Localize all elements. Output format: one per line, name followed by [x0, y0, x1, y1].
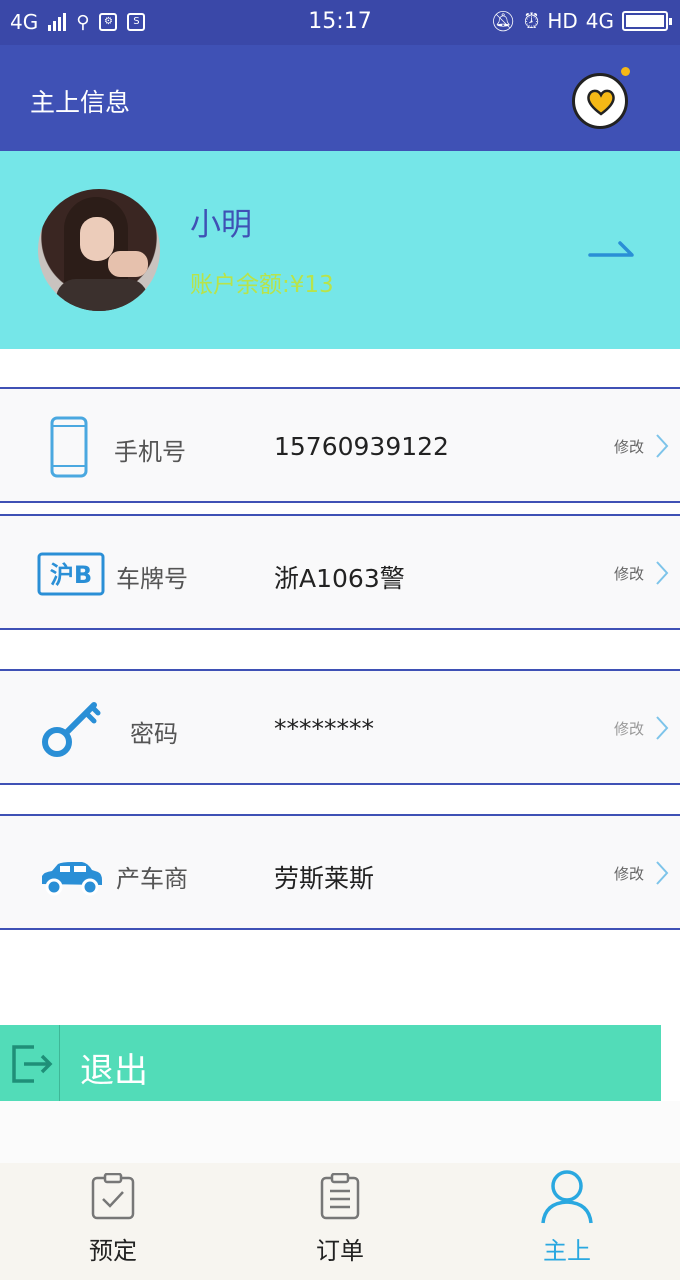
logout-label: 退出: [80, 1051, 148, 1091]
profile-banner[interactable]: 小明 账户余额:¥13: [0, 151, 680, 349]
tab-orders[interactable]: 订单: [227, 1163, 453, 1280]
logout-button[interactable]: 退出: [0, 1025, 661, 1101]
row-label: 产车商: [116, 865, 188, 893]
mute-alarm-icon: 🔕︎: [490, 9, 516, 33]
info-row-password[interactable]: 密码 ******** 修改: [0, 669, 680, 785]
user-name: 小明: [190, 207, 252, 243]
exit-icon: [12, 1045, 53, 1083]
avatar[interactable]: [38, 189, 160, 311]
edit-link[interactable]: 修改: [614, 718, 644, 739]
tab-label: 主上: [543, 1237, 591, 1265]
edit-link[interactable]: 修改: [614, 863, 644, 884]
row-label: 密码: [130, 720, 178, 748]
alarm-clock-icon: ⏰︎: [523, 9, 540, 33]
logout-icon-box: [0, 1025, 60, 1101]
chevron-right-icon[interactable]: [655, 433, 669, 459]
status-right: 🔕︎ ⏰︎ HD 4G: [490, 9, 672, 33]
spacer: [0, 1101, 680, 1163]
info-row-plate[interactable]: 沪B 车牌号 浙A1063警 修改: [0, 514, 680, 630]
hd-indicator: HD: [547, 9, 578, 33]
edit-link[interactable]: 修改: [614, 436, 644, 457]
status-bar: 4G ⚲ ⚙ S 15:17 🔕︎ ⏰︎ HD 4G: [0, 0, 680, 45]
chevron-right-icon[interactable]: [655, 715, 669, 741]
svg-text:沪B: 沪B: [50, 561, 92, 589]
favorites-button[interactable]: [572, 73, 628, 129]
key-icon: [42, 702, 101, 757]
row-value: 浙A1063警: [274, 564, 405, 593]
info-row-phone[interactable]: 手机号 15760939122 修改: [0, 387, 680, 503]
account-balance: 账户余额:¥13: [190, 272, 334, 298]
tab-bar: 预定 订单 主上: [0, 1163, 680, 1280]
chevron-right-icon[interactable]: [655, 560, 669, 586]
row-value: 15760939122: [274, 432, 449, 461]
clipboard-check-icon: [91, 1173, 135, 1220]
notification-dot: [621, 67, 630, 76]
clipboard-list-icon: [320, 1173, 360, 1220]
row-value: ********: [274, 714, 374, 743]
page-title: 主上信息: [30, 88, 131, 117]
row-label: 车牌号: [116, 565, 188, 593]
row-label: 手机号: [114, 438, 186, 466]
network-right: 4G: [585, 9, 614, 33]
chevron-right-icon[interactable]: [655, 860, 669, 886]
edit-link[interactable]: 修改: [614, 563, 644, 584]
tab-label: 订单: [316, 1237, 364, 1265]
tab-label: 预定: [89, 1237, 137, 1265]
heart-icon: [587, 89, 615, 116]
user-icon: [541, 1170, 593, 1224]
car-icon: [42, 862, 102, 896]
row-value: 劳斯莱斯: [274, 864, 375, 893]
tab-profile[interactable]: 主上: [454, 1163, 680, 1280]
phone-icon: [50, 416, 88, 478]
tab-booking[interactable]: 预定: [0, 1163, 226, 1280]
arrow-right-icon[interactable]: [588, 237, 636, 261]
battery-icon: [622, 11, 672, 31]
info-row-manufacturer[interactable]: 产车商 劳斯莱斯 修改: [0, 814, 680, 930]
license-plate-icon: 沪B: [37, 552, 105, 596]
